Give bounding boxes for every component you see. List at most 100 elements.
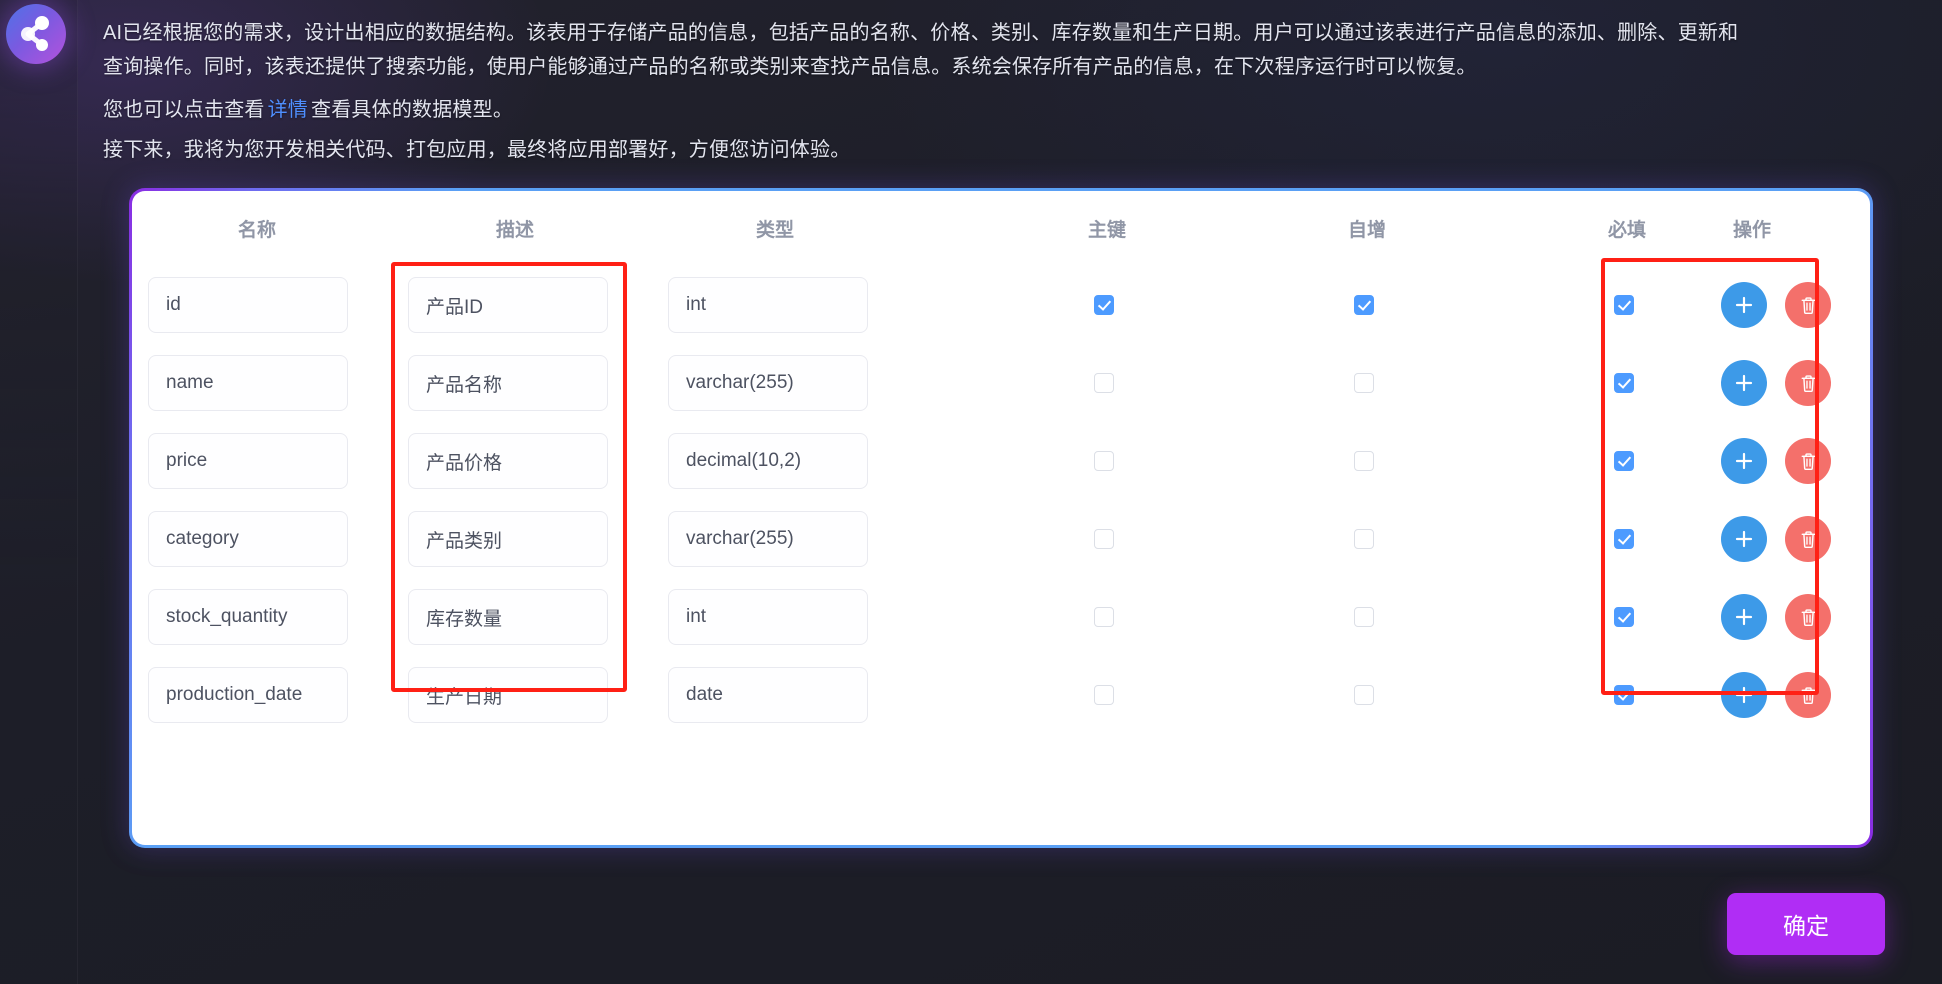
column-header-auto-increment: 自增: [1348, 219, 1387, 241]
field-description-input[interactable]: 产品类别: [408, 511, 608, 567]
field-type-cell: date: [668, 667, 928, 723]
field-name-input[interactable]: price: [148, 433, 348, 489]
auto-increment-checkbox[interactable]: [1354, 373, 1374, 393]
add-row-button[interactable]: [1721, 438, 1767, 484]
delete-row-button[interactable]: [1785, 672, 1831, 718]
message-paragraph-3: 接下来，我将为您开发相关代码、打包应用，最终将应用部署好，方便您访问体验。: [103, 139, 851, 161]
field-type-input[interactable]: int: [668, 589, 868, 645]
primary-key-checkbox[interactable]: [1094, 295, 1114, 315]
add-row-button[interactable]: [1721, 672, 1767, 718]
trash-icon: [1801, 608, 1815, 626]
required-cell: [1448, 607, 1693, 627]
field-name-cell: production_date: [148, 667, 408, 723]
required-cell: [1448, 685, 1693, 705]
primary-key-cell: [928, 607, 1188, 627]
auto-increment-cell: [1188, 451, 1448, 471]
field-name-input[interactable]: production_date: [148, 667, 348, 723]
field-description-input[interactable]: 产品价格: [408, 433, 608, 489]
field-type-input[interactable]: varchar(255): [668, 511, 868, 567]
field-description-cell: 产品ID: [408, 277, 668, 333]
auto-increment-checkbox[interactable]: [1354, 529, 1374, 549]
primary-key-checkbox[interactable]: [1094, 373, 1114, 393]
delete-row-button[interactable]: [1785, 360, 1831, 406]
plus-icon: [1735, 452, 1753, 470]
field-description-input[interactable]: 生产日期: [408, 667, 608, 723]
paragraph-2-prefix: 您也可以点击查看: [103, 99, 265, 121]
field-name-input[interactable]: category: [148, 511, 348, 567]
column-header-operation: 操作: [1733, 219, 1772, 241]
primary-key-cell: [928, 685, 1188, 705]
required-checkbox[interactable]: [1614, 685, 1634, 705]
required-cell: [1448, 451, 1693, 471]
primary-key-checkbox[interactable]: [1094, 451, 1114, 471]
operation-cell: [1693, 594, 1870, 640]
message-paragraph-1: AI已经根据您的需求，设计出相应的数据结构。该表用于存储产品的信息，包括产品的名…: [103, 22, 1739, 78]
field-name-cell: category: [148, 511, 408, 567]
detail-link[interactable]: 详情: [265, 99, 311, 121]
add-row-button[interactable]: [1721, 516, 1767, 562]
auto-increment-cell: [1188, 607, 1448, 627]
delete-row-button[interactable]: [1785, 594, 1831, 640]
auto-increment-cell: [1188, 529, 1448, 549]
field-type-cell: varchar(255): [668, 355, 928, 411]
required-checkbox[interactable]: [1614, 373, 1634, 393]
table-row: price 产品价格 decimal(10,2): [132, 425, 1870, 497]
field-description-cell: 库存数量: [408, 589, 668, 645]
add-row-button[interactable]: [1721, 282, 1767, 328]
required-checkbox[interactable]: [1614, 295, 1634, 315]
delete-row-button[interactable]: [1785, 516, 1831, 562]
paragraph-2-suffix: 查看具体的数据模型。: [311, 99, 514, 121]
confirm-button[interactable]: 确定: [1727, 893, 1885, 955]
plus-icon: [1735, 530, 1753, 548]
field-type-cell: int: [668, 277, 928, 333]
auto-increment-checkbox[interactable]: [1354, 295, 1374, 315]
auto-increment-checkbox[interactable]: [1354, 685, 1374, 705]
required-checkbox[interactable]: [1614, 607, 1634, 627]
field-type-input[interactable]: int: [668, 277, 868, 333]
message-paragraph-2: 您也可以点击查看 详情 查看具体的数据模型。: [103, 93, 513, 127]
field-type-cell: varchar(255): [668, 511, 928, 567]
primary-key-cell: [928, 451, 1188, 471]
schema-table-card: 名称 描述 类型 主键 自增 必填 操作 id 产品ID int name 产品名称 va…: [129, 188, 1873, 848]
field-name-cell: name: [148, 355, 408, 411]
field-type-input[interactable]: decimal(10,2): [668, 433, 868, 489]
field-name-input[interactable]: id: [148, 277, 348, 333]
field-description-input[interactable]: 产品ID: [408, 277, 608, 333]
field-name-cell: stock_quantity: [148, 589, 408, 645]
primary-key-checkbox[interactable]: [1094, 529, 1114, 549]
auto-increment-checkbox[interactable]: [1354, 451, 1374, 471]
column-header-required: 必填: [1608, 219, 1647, 241]
field-name-input[interactable]: name: [148, 355, 348, 411]
field-name-input[interactable]: stock_quantity: [148, 589, 348, 645]
app-root: AI已经根据您的需求，设计出相应的数据结构。该表用于存储产品的信息，包括产品的名…: [0, 0, 1942, 984]
add-row-button[interactable]: [1721, 594, 1767, 640]
add-row-button[interactable]: [1721, 360, 1767, 406]
primary-key-checkbox[interactable]: [1094, 607, 1114, 627]
required-checkbox[interactable]: [1614, 451, 1634, 471]
delete-row-button[interactable]: [1785, 282, 1831, 328]
delete-row-button[interactable]: [1785, 438, 1831, 484]
field-description-input[interactable]: 产品名称: [408, 355, 608, 411]
field-name-cell: id: [148, 277, 408, 333]
field-description-cell: 生产日期: [408, 667, 668, 723]
trash-icon: [1801, 374, 1815, 392]
field-description-input[interactable]: 库存数量: [408, 589, 608, 645]
required-checkbox[interactable]: [1614, 529, 1634, 549]
field-description-cell: 产品类别: [408, 511, 668, 567]
auto-increment-checkbox[interactable]: [1354, 607, 1374, 627]
field-description-cell: 产品价格: [408, 433, 668, 489]
field-type-input[interactable]: date: [668, 667, 868, 723]
column-header-description: 描述: [496, 219, 535, 241]
required-cell: [1448, 529, 1693, 549]
primary-key-cell: [928, 373, 1188, 393]
operation-cell: [1693, 438, 1870, 484]
field-type-input[interactable]: varchar(255): [668, 355, 868, 411]
plus-icon: [1735, 686, 1753, 704]
field-type-cell: int: [668, 589, 928, 645]
primary-key-cell: [928, 529, 1188, 549]
assistant-avatar: [6, 4, 66, 64]
column-header-name: 名称: [238, 219, 277, 241]
auto-increment-cell: [1188, 373, 1448, 393]
primary-key-checkbox[interactable]: [1094, 685, 1114, 705]
plus-icon: [1735, 374, 1753, 392]
